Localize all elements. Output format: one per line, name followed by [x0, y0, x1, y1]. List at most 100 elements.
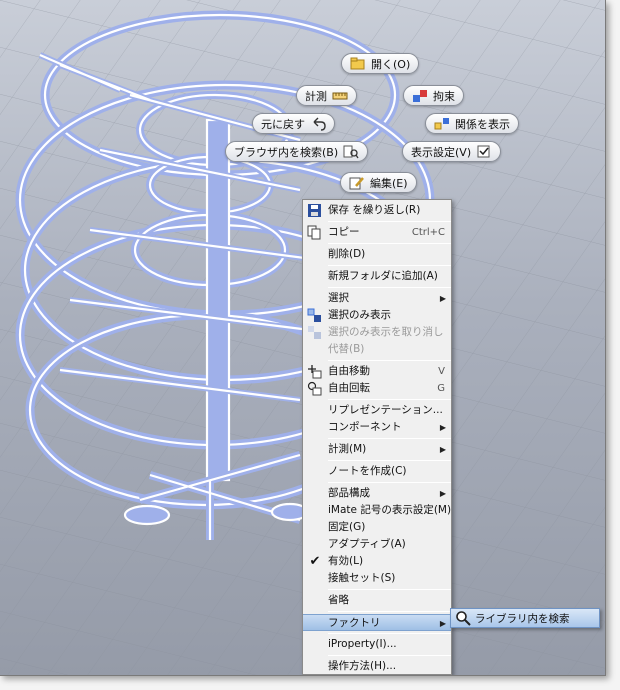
menu-item-label: 選択のみ表示を取り消し	[328, 326, 444, 338]
menu-separator	[328, 611, 451, 612]
menu-item-label: コピー	[328, 226, 360, 238]
constraint-icon	[413, 89, 427, 102]
menu-item-label: アダプティブ(A)	[328, 538, 406, 550]
measure-button[interactable]: 計測	[296, 85, 357, 106]
display-settings-button[interactable]: 表示設定(V)	[402, 141, 502, 162]
menu-separator	[328, 482, 451, 483]
menu-item-select[interactable]: 選択 ▶	[303, 290, 451, 307]
3d-viewport[interactable]: 開く(O) 計測 拘束 元に戻す 関係を表示 ブラウザ内を検索(B) 表示設定(…	[0, 0, 606, 676]
display-settings-label: 表示設定(V)	[411, 145, 472, 159]
checkbox-icon	[477, 145, 490, 157]
undo-button[interactable]: 元に戻す	[252, 113, 335, 134]
menu-item-free-move[interactable]: 自由移動 V	[303, 363, 451, 380]
menu-item-label: 有効(L)	[328, 555, 364, 567]
undo-isolate-icon	[308, 326, 321, 339]
browser-find-icon	[343, 145, 359, 158]
menu-item-label: 計測(M)	[328, 443, 367, 455]
menu-item-label: 選択	[328, 292, 349, 304]
submenu-label: ライブラリ内を検索	[475, 612, 570, 625]
menu-item-label: 部品構成	[328, 487, 370, 499]
edit-button[interactable]: 編集(E)	[340, 172, 417, 193]
menu-item-label: iProperty(I)...	[328, 638, 397, 650]
menu-separator	[328, 633, 451, 634]
menu-item-label: 削除(D)	[328, 248, 366, 260]
menu-item-label: 自由回転	[328, 382, 370, 394]
menu-separator	[328, 399, 451, 400]
submenu-arrow-icon: ▶	[439, 294, 446, 303]
menu-item-how-to[interactable]: 操作方法(H)...	[303, 658, 451, 675]
menu-item-label: 選択のみ表示	[328, 309, 391, 321]
menu-separator	[328, 265, 451, 266]
open-button[interactable]: 開く(O)	[341, 53, 420, 74]
free-move-icon	[308, 365, 322, 379]
menu-item-measure[interactable]: 計測(M) ▶	[303, 441, 451, 458]
menu-item-label: ノートを作成(C)	[328, 465, 407, 477]
menu-item-suppress[interactable]: 省略	[303, 592, 451, 609]
menu-item-imate-visibility[interactable]: iMate 記号の表示設定(M)	[303, 502, 451, 519]
menu-item-component[interactable]: コンポーネント ▶	[303, 419, 451, 436]
constrain-label: 拘束	[433, 89, 455, 103]
menu-item-enabled[interactable]: ✔ 有効(L)	[303, 553, 451, 570]
submenu-arrow-icon: ▶	[439, 423, 446, 432]
find-in-browser-label: ブラウザ内を検索(B)	[234, 145, 339, 159]
menu-item-representation[interactable]: リプレゼンテーション...	[303, 402, 451, 419]
menu-item-copy[interactable]: コピー Ctrl+C	[303, 224, 451, 241]
submenu-arrow-icon: ▶	[439, 445, 446, 454]
show-relations-button[interactable]: 関係を表示	[425, 113, 519, 134]
copy-icon	[307, 225, 321, 240]
menu-separator	[328, 287, 451, 288]
menu-item-label: ファクトリ	[328, 617, 381, 629]
menu-item-iproperty[interactable]: iProperty(I)...	[303, 636, 451, 653]
save-icon	[308, 204, 321, 217]
menu-item-label: 固定(G)	[328, 521, 366, 533]
menu-item-isolate[interactable]: 選択のみ表示	[303, 307, 451, 324]
edit-label: 編集(E)	[370, 176, 408, 190]
menu-item-label: 自由移動	[328, 365, 370, 377]
factory-submenu-search-library[interactable]: ライブラリ内を検索	[450, 608, 600, 628]
menu-item-label: 新規フォルダに追加(A)	[328, 270, 438, 282]
menu-item-grounded[interactable]: 固定(G)	[303, 519, 451, 536]
menu-separator	[328, 460, 451, 461]
menu-item-repeat-save[interactable]: 保存 を繰り返し(R)	[303, 202, 451, 219]
menu-item-adaptive[interactable]: アダプティブ(A)	[303, 536, 451, 553]
free-rotate-icon	[307, 381, 322, 396]
context-menu: 保存 を繰り返し(R) コピー Ctrl+C 削除(D) 新規フォルダに追加(A…	[302, 199, 452, 675]
menu-item-add-to-new-folder[interactable]: 新規フォルダに追加(A)	[303, 268, 451, 285]
menu-item-label: 保存 を繰り返し(R)	[328, 204, 421, 216]
menu-item-label: 操作方法(H)...	[328, 660, 397, 672]
edit-pencil-icon	[349, 176, 364, 189]
menu-shortcut: Ctrl+C	[411, 227, 445, 238]
menu-item-label: 代替(B)	[328, 343, 365, 355]
menu-separator	[328, 438, 451, 439]
menu-item-delete[interactable]: 削除(D)	[303, 246, 451, 263]
undo-label: 元に戻す	[261, 117, 305, 131]
isolate-icon	[307, 308, 321, 322]
constrain-button[interactable]: 拘束	[403, 85, 464, 106]
menu-separator	[328, 243, 451, 244]
magnifier-icon	[456, 611, 471, 626]
measure-label: 計測	[305, 89, 327, 103]
submenu-arrow-icon: ▶	[439, 619, 446, 628]
menu-item-label: 接触セット(S)	[328, 572, 396, 584]
menu-item-create-note[interactable]: ノートを作成(C)	[303, 463, 451, 480]
menu-separator	[328, 360, 451, 361]
relations-icon	[434, 117, 449, 129]
foot-left	[123, 504, 171, 526]
undo-arrow-icon	[313, 117, 326, 131]
show-relations-label: 関係を表示	[455, 117, 510, 131]
menu-item-bom-structure[interactable]: 部品構成 ▶	[303, 485, 451, 502]
menu-item-contact-set[interactable]: 接触セット(S)	[303, 570, 451, 587]
menu-item-factory[interactable]: ファクトリ ▶	[303, 614, 451, 631]
find-in-browser-button[interactable]: ブラウザ内を検索(B)	[225, 141, 369, 162]
ruler-icon	[332, 92, 348, 99]
open-label: 開く(O)	[371, 57, 411, 71]
folder-icon	[350, 57, 365, 69]
menu-item-label: 省略	[328, 594, 349, 606]
menu-separator	[328, 221, 451, 222]
checkmark-icon: ✔	[309, 554, 321, 569]
submenu-arrow-icon: ▶	[439, 489, 446, 498]
menu-shortcut: G	[437, 383, 445, 394]
menu-shortcut: V	[438, 366, 445, 377]
menu-item-label: iMate 記号の表示設定(M)	[328, 504, 452, 516]
menu-item-free-rotate[interactable]: 自由回転 G	[303, 380, 451, 397]
